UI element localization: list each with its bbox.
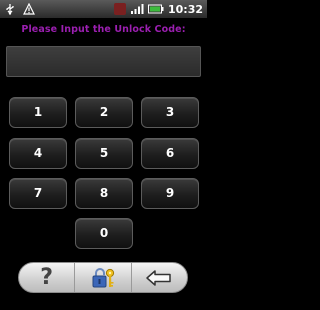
- network-badge-icon: [113, 3, 126, 15]
- key-5[interactable]: 5: [75, 138, 133, 169]
- bottom-action-bar: ?: [18, 262, 188, 293]
- battery-icon: [147, 4, 164, 14]
- key-2[interactable]: 2: [75, 97, 133, 128]
- warning-icon: [23, 3, 35, 15]
- usb-icon: [6, 4, 14, 15]
- help-button[interactable]: ?: [19, 263, 74, 292]
- unlock-key-icon: [92, 267, 115, 287]
- status-time: 10:32: [167, 2, 203, 16]
- status-bar: 10:32: [0, 0, 207, 18]
- unlock-prompt: Please Input the Unlock Code:: [21, 24, 186, 35]
- unlock-button[interactable]: [74, 263, 130, 292]
- key-7[interactable]: 7: [9, 178, 67, 209]
- key-3[interactable]: 3: [141, 97, 199, 128]
- key-1[interactable]: 1: [9, 97, 67, 128]
- signal-icon: [130, 4, 144, 14]
- key-4[interactable]: 4: [9, 138, 67, 169]
- key-0[interactable]: 0: [75, 218, 133, 249]
- backspace-button[interactable]: [130, 263, 187, 292]
- key-9[interactable]: 9: [141, 178, 199, 209]
- help-icon: ?: [40, 264, 54, 290]
- key-8[interactable]: 8: [75, 178, 133, 209]
- key-6[interactable]: 6: [141, 138, 199, 169]
- unlock-code-field[interactable]: [6, 46, 201, 77]
- backspace-arrow-icon: [146, 269, 172, 286]
